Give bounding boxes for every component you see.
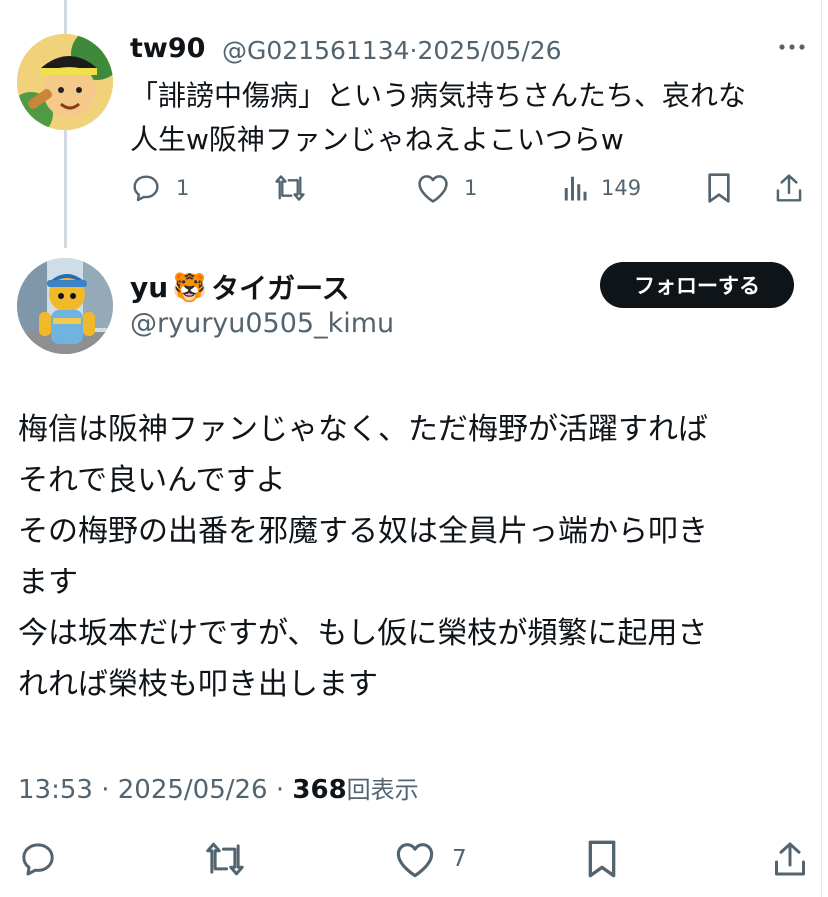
like-count: 1: [464, 176, 478, 200]
display-name-suffix: タイガース: [211, 272, 350, 305]
reply-button[interactable]: [18, 839, 78, 879]
handle[interactable]: @G021561134: [222, 36, 410, 65]
like-icon: [396, 843, 434, 878]
views-icon: [564, 176, 587, 201]
divider-line: [821, 0, 822, 897]
reply-count: 1: [176, 176, 190, 200]
share-button[interactable]: [774, 171, 804, 205]
display-name-text: yu: [130, 270, 169, 304]
display-name[interactable]: yu 🐯 タイガース: [130, 267, 350, 307]
handle[interactable]: @ryuryu0505_kimu: [130, 308, 394, 339]
avatar[interactable]: [17, 258, 113, 354]
views-button[interactable]: 149: [563, 171, 641, 205]
more-icon[interactable]: [776, 34, 808, 60]
view-count: 368: [292, 775, 347, 805]
bookmark-button[interactable]: [705, 171, 733, 205]
reply-icon: [133, 175, 159, 202]
like-count: 7: [452, 846, 467, 872]
avatar-image: [17, 34, 113, 130]
display-name[interactable]: tw90: [130, 33, 205, 64]
tweet-text: 梅信は阪神ファンじゃなく、ただ梅野が活躍すれば それで良いんですよ その梅野の出…: [18, 412, 708, 702]
tweet-time[interactable]: 13:53: [18, 775, 93, 805]
share-button[interactable]: [772, 839, 808, 879]
like-button[interactable]: 7: [394, 839, 467, 879]
retweet-icon: [206, 842, 244, 876]
reply-button[interactable]: 1: [130, 171, 189, 205]
view-count-label: 回表示: [346, 776, 419, 804]
tweet-meta: 13:53 · 2025/05/26 · 368回表示: [18, 770, 419, 805]
like-button[interactable]: 1: [416, 171, 477, 205]
share-icon: [775, 842, 805, 876]
tweet-text: 「誹謗中傷病」という病気持ちさんたち、哀れな 人生w阪神ファンじゃねえよこいつら…: [130, 79, 747, 156]
like-icon: [418, 175, 448, 203]
bookmark-button[interactable]: [585, 839, 619, 879]
avatar-image: [17, 258, 113, 354]
retweet-button[interactable]: [272, 171, 322, 205]
tiger-emoji: 🐯: [172, 270, 208, 304]
reply-icon: [22, 843, 54, 876]
retweet-button[interactable]: [202, 839, 268, 879]
bookmark-icon: [708, 173, 730, 203]
retweet-icon: [275, 175, 305, 201]
follow-button[interactable]: フォローする: [600, 262, 794, 308]
bookmark-icon: [588, 840, 616, 878]
tweet-meta: @G021561134·2025/05/26: [222, 36, 562, 65]
avatar[interactable]: [17, 34, 113, 130]
meta-separator: ·: [101, 775, 110, 805]
tweet-date[interactable]: 2025/05/26: [417, 36, 561, 65]
share-icon: [776, 174, 802, 202]
tweet-date[interactable]: 2025/05/26: [118, 775, 268, 805]
view-count: 149: [601, 176, 642, 200]
meta-separator: ·: [275, 775, 285, 805]
